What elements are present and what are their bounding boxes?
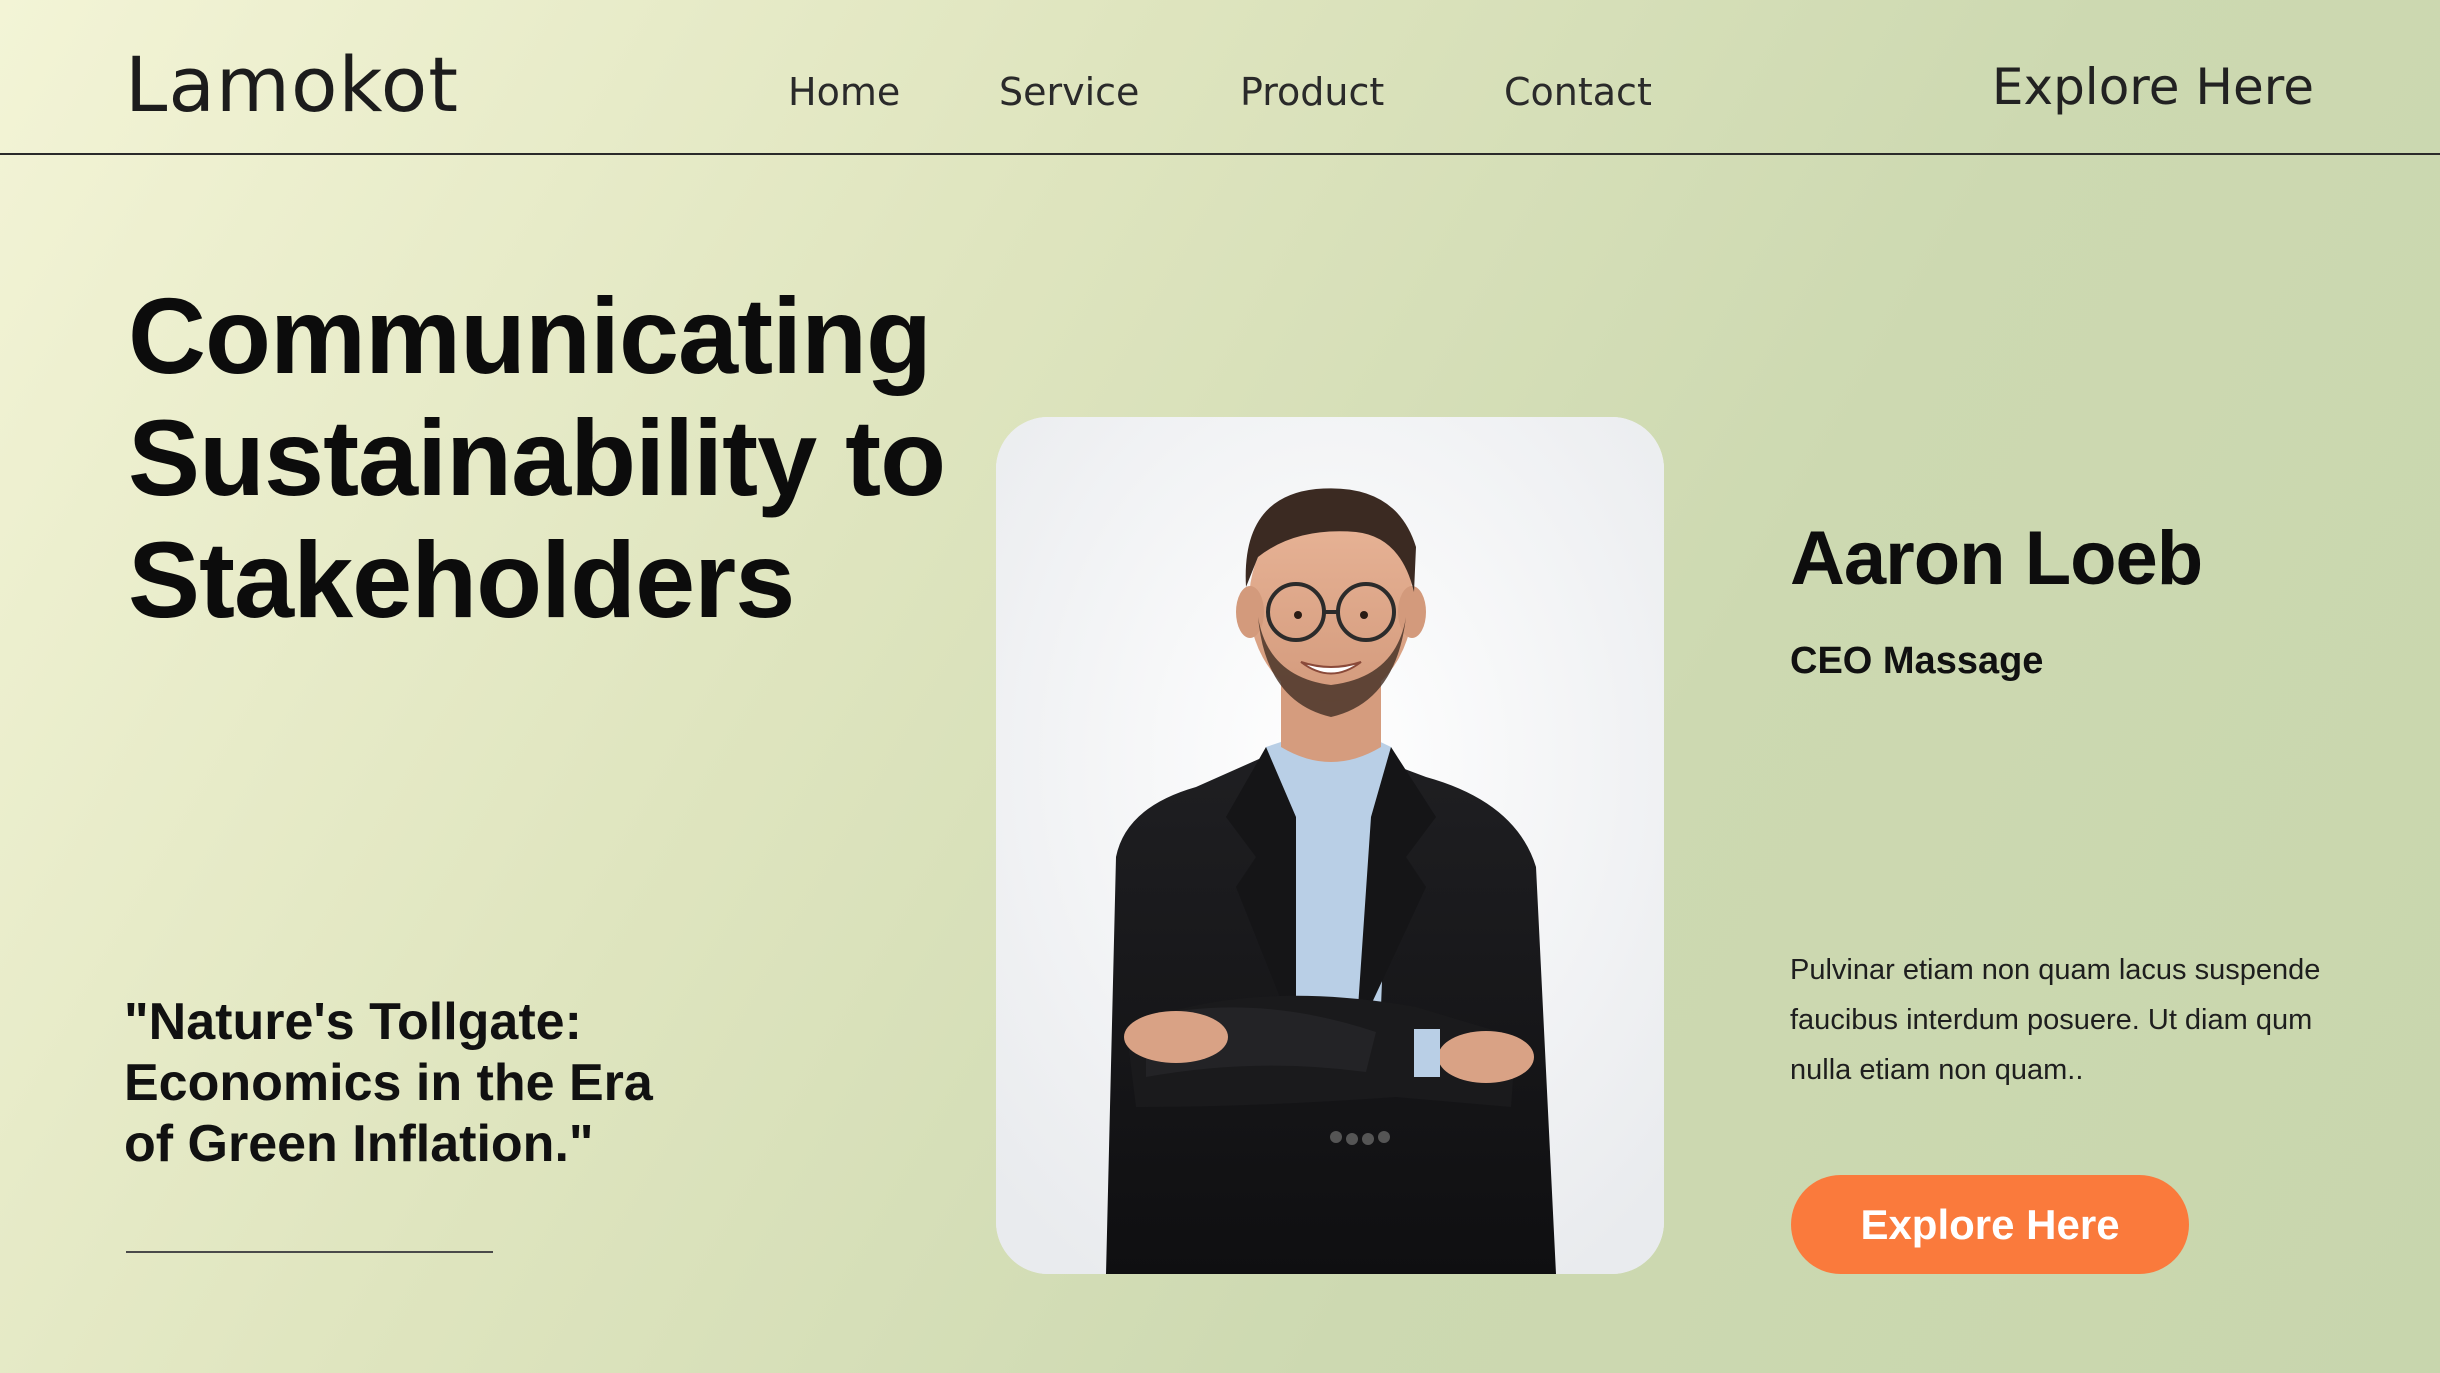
bio-line: Pulvinar etiam non quam lacus suspende	[1790, 954, 2321, 986]
headline-line: Stakeholders	[128, 519, 795, 640]
profile-name: Aaron Loeb	[1790, 516, 2203, 601]
headline-line: Communicating	[128, 275, 932, 396]
explore-button[interactable]: Explore Here	[1791, 1175, 2189, 1274]
profile-role: CEO Massage	[1790, 640, 2044, 682]
portrait-illustration	[996, 417, 1664, 1274]
hero-headline: Communicating Sustainability to Stakehol…	[128, 275, 1028, 641]
site-header: Lamokot Home Service Product Contact Exp…	[0, 0, 2440, 155]
bio-line: faucibus interdum posuere. Ut diam qum	[1790, 1004, 2313, 1036]
bio-line: nulla etiam non quam..	[1790, 1054, 2084, 1086]
quote-line: of Green Inflation."	[124, 1115, 594, 1173]
nav-item-home[interactable]: Home	[788, 70, 900, 114]
nav-item-product[interactable]: Product	[1240, 70, 1384, 114]
header-explore-link[interactable]: Explore Here	[1992, 58, 2314, 116]
nav-item-service[interactable]: Service	[999, 70, 1139, 114]
brand-logo[interactable]: Lamokot	[125, 40, 459, 129]
quote-line: Economics in the Era	[124, 1054, 653, 1112]
hero-quote: "Nature's Tollgate: Economics in the Era…	[124, 992, 684, 1175]
quote-divider	[126, 1251, 493, 1253]
profile-photo	[996, 417, 1664, 1274]
headline-line: Sustainability to	[128, 397, 946, 518]
profile-bio: Pulvinar etiam non quam lacus suspende f…	[1790, 945, 2350, 1095]
quote-line: "Nature's Tollgate:	[124, 993, 582, 1051]
nav-item-contact[interactable]: Contact	[1504, 70, 1652, 114]
